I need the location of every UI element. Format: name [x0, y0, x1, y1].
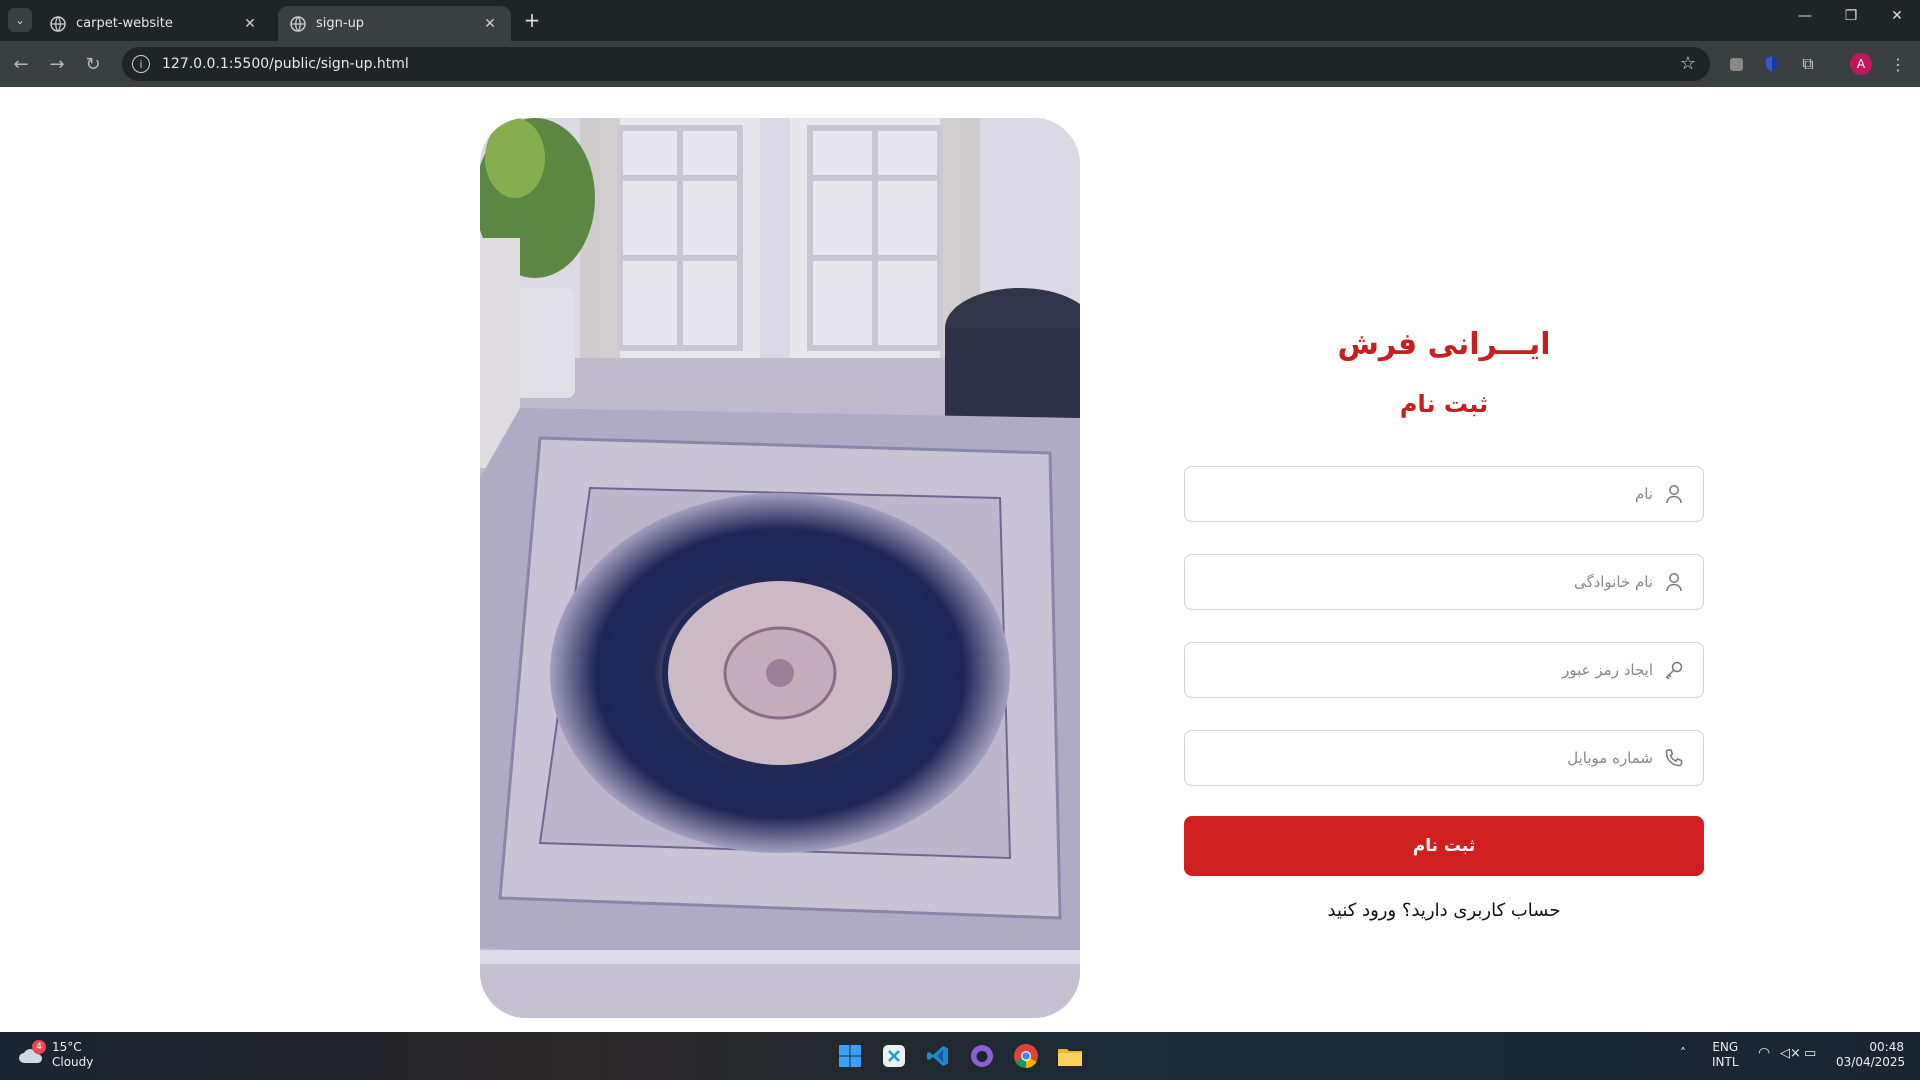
- tab-search-dropdown-icon[interactable]: ⌄: [8, 8, 32, 32]
- shield-extension-icon[interactable]: [1760, 52, 1784, 76]
- weather-widget[interactable]: 4 15°C Cloudy: [18, 1040, 93, 1070]
- forward-icon[interactable]: →: [44, 51, 70, 77]
- site-info-icon[interactable]: i: [132, 55, 150, 73]
- carpet-room-image: [480, 118, 1080, 1018]
- last-name-input[interactable]: [1197, 573, 1653, 591]
- file-explorer-icon[interactable]: [1056, 1042, 1084, 1070]
- first-name-field[interactable]: [1184, 466, 1704, 522]
- signup-form: ایـــرانی فرش ثبت نام ثبت ن: [1184, 327, 1704, 921]
- tab-sign-up[interactable]: sign-up ✕: [278, 6, 511, 41]
- extension-square-icon[interactable]: [1724, 52, 1748, 76]
- tab-carpet-website[interactable]: carpet-website ✕: [38, 6, 271, 41]
- first-name-input[interactable]: [1197, 485, 1653, 503]
- wifi-icon[interactable]: ◠: [1758, 1046, 1770, 1061]
- mobile-field[interactable]: [1184, 730, 1704, 786]
- restore-icon[interactable]: ❐: [1836, 8, 1866, 24]
- page-body: ایـــرانی فرش ثبت نام ثبت ن: [0, 87, 1920, 1032]
- github-desktop-icon[interactable]: [968, 1042, 996, 1070]
- tab-title: carpet-website: [76, 16, 173, 31]
- tab-title: sign-up: [316, 16, 365, 31]
- bookmark-star-icon[interactable]: ☆: [1680, 53, 1696, 74]
- reload-icon[interactable]: ↻: [80, 51, 106, 77]
- brand-title: ایـــرانی فرش: [1337, 327, 1551, 362]
- volume-muted-icon[interactable]: ◁×: [1780, 1046, 1801, 1061]
- key-icon: [1663, 659, 1685, 681]
- url-text: 127.0.0.1:5500/public/sign-up.html: [162, 56, 409, 72]
- password-input[interactable]: [1197, 661, 1653, 679]
- last-name-field[interactable]: [1184, 554, 1704, 610]
- globe-icon: [50, 15, 66, 32]
- address-bar[interactable]: i 127.0.0.1:5500/public/sign-up.html ☆: [122, 47, 1710, 81]
- new-tab-icon[interactable]: +: [520, 8, 544, 32]
- login-link[interactable]: حساب کاربری دارید؟ ورود کنید: [1184, 900, 1704, 921]
- globe-icon: [290, 15, 306, 32]
- xcode-app-icon[interactable]: [880, 1042, 908, 1070]
- mobile-input[interactable]: [1197, 749, 1653, 767]
- show-hidden-icons-chevron[interactable]: ˄: [1680, 1046, 1686, 1061]
- back-icon[interactable]: ←: [8, 51, 34, 77]
- cloud-icon: 4: [18, 1040, 46, 1065]
- weather-badge: 4: [32, 1040, 46, 1054]
- browser-tab-strip: ⌄ carpet-website ✕ sign-up ✕ + — ❐ ✕: [0, 0, 1920, 41]
- taskbar: 4 15°C Cloudy ˄ ENG INTL ◠ ◁× ▭ 00:48 03…: [0, 1032, 1920, 1080]
- signup-submit-button[interactable]: ثبت نام: [1184, 816, 1704, 876]
- language-indicator[interactable]: ENG INTL: [1712, 1040, 1739, 1070]
- minimize-icon[interactable]: —: [1790, 8, 1820, 24]
- windows-start-icon[interactable]: [836, 1042, 864, 1070]
- carpet-illustration: [480, 118, 1080, 1018]
- password-field[interactable]: [1184, 642, 1704, 698]
- extensions-puzzle-icon[interactable]: ⧉: [1796, 52, 1820, 76]
- browser-toolbar: ← → ↻ i 127.0.0.1:5500/public/sign-up.ht…: [0, 41, 1920, 87]
- close-window-icon[interactable]: ✕: [1882, 8, 1912, 24]
- page-title: ثبت نام: [1399, 390, 1489, 418]
- user-icon: [1663, 483, 1685, 505]
- weather-desc: Cloudy: [52, 1055, 94, 1069]
- clock[interactable]: 00:48 03/04/2025: [1836, 1040, 1905, 1070]
- menu-kebab-icon[interactable]: ⋮: [1886, 52, 1910, 76]
- user-icon: [1663, 571, 1685, 593]
- profile-avatar[interactable]: A: [1850, 53, 1872, 75]
- chrome-app-icon[interactable]: [1012, 1042, 1040, 1070]
- close-tab-icon[interactable]: ✕: [241, 16, 259, 32]
- battery-icon[interactable]: ▭: [1804, 1046, 1816, 1061]
- close-tab-icon[interactable]: ✕: [481, 16, 499, 32]
- phone-icon: [1663, 747, 1685, 769]
- vscode-app-icon[interactable]: [924, 1042, 952, 1070]
- weather-temp: 15°C: [52, 1040, 82, 1054]
